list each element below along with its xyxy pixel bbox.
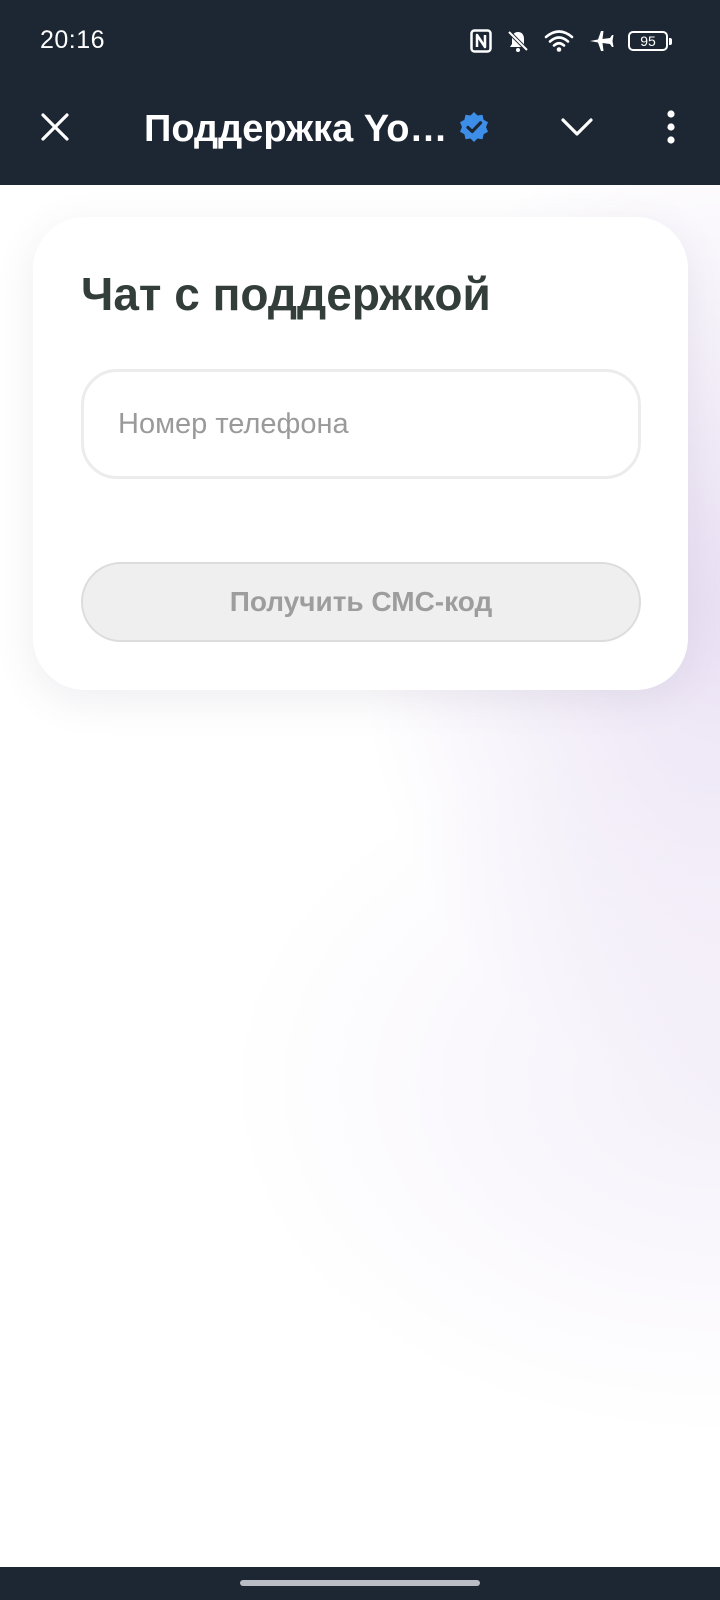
status-bar: 20:16 95 <box>0 0 720 84</box>
get-sms-code-button[interactable]: Получить СМС-код <box>81 562 641 642</box>
collapse-button[interactable] <box>552 104 602 154</box>
chevron-down-icon <box>560 116 594 143</box>
close-icon <box>40 112 70 147</box>
phone-number-input[interactable] <box>81 369 641 479</box>
app-bar-title: Поддержка Yo… <box>144 107 448 150</box>
page-content: Чат с поддержкой Получить СМС-код <box>0 185 720 1567</box>
app-bar-title-group: Поддержка Yo… <box>144 104 490 154</box>
home-indicator[interactable] <box>240 1580 480 1586</box>
more-vertical-icon <box>666 109 676 149</box>
system-nav-bar <box>0 1567 720 1600</box>
app-bar: Поддержка Yo… <box>0 84 720 185</box>
support-chat-card: Чат с поддержкой Получить СМС-код <box>33 217 688 690</box>
status-icons: 95 <box>470 26 672 56</box>
nfc-icon <box>470 29 492 53</box>
more-options-button[interactable] <box>646 104 696 154</box>
close-button[interactable] <box>30 104 80 154</box>
airplane-icon <box>588 29 614 53</box>
battery-icon: 95 <box>628 31 672 51</box>
verified-badge-icon <box>458 111 490 148</box>
wifi-icon <box>544 29 574 53</box>
battery-level: 95 <box>640 33 656 49</box>
status-time: 20:16 <box>40 26 106 54</box>
bell-off-icon <box>506 29 530 53</box>
card-title: Чат с поддержкой <box>81 268 491 320</box>
